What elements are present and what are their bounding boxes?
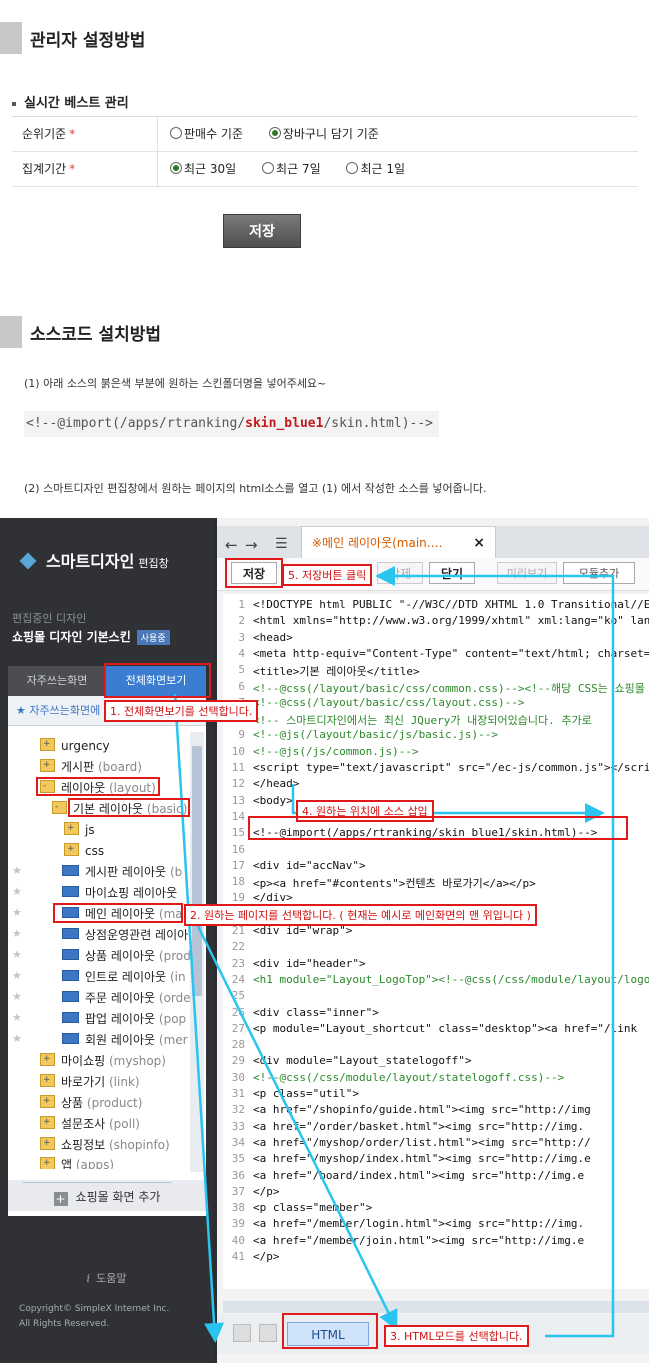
highlight-html-mode (282, 1313, 378, 1349)
rank-criteria-options: 판매수 기준 장바구니 담기 기준 (157, 117, 401, 151)
period-label: 집계기간 * (22, 162, 76, 176)
section-marker (0, 316, 22, 348)
radio-cart-count[interactable]: 장바구니 담기 기준 (268, 117, 379, 151)
annotation-arrows (173, 566, 615, 1343)
highlight-insert-line (248, 816, 628, 840)
radio-icon (170, 127, 182, 139)
highlight-main-layout (53, 903, 183, 923)
install-section-title: 소스코드 설치방법 (30, 325, 162, 345)
radio-checked-icon (268, 127, 281, 139)
save-button[interactable]: 저장 (223, 214, 301, 248)
admin-section-title: 관리자 설정방법 (30, 31, 146, 51)
radio-icon (262, 162, 275, 174)
annotation-step2: 2. 원하는 페이지를 선택합니다. ( 현재는 예시로 메인화면의 맨 위입니… (184, 904, 537, 926)
arrow-3 (375, 566, 615, 1338)
radio-icon (346, 162, 359, 174)
install-section-header: 소스코드 설치방법 (0, 312, 649, 352)
arrow-1 (173, 693, 225, 1343)
highlight-all-screens-tab (104, 663, 211, 698)
bullet-icon (12, 101, 16, 106)
highlight-basic-layout (68, 798, 190, 817)
import-code: <!--@import(/apps/rtranking/skin_blue1/s… (24, 411, 440, 437)
rank-criteria-row: 순위기준 * 판매수 기준 장바구니 담기 기준 (12, 117, 638, 152)
period-options: 최근 30일 최근 7일 최근 1일 (157, 152, 427, 186)
realtime-best-subtitle: 실시간 베스트 관리 (12, 92, 129, 111)
admin-section-header: 관리자 설정방법 (0, 18, 649, 58)
radio-7-days[interactable]: 최근 7일 (262, 152, 321, 186)
radio-checked-icon (170, 162, 182, 174)
annotation-step3: 3. HTML모드를 선택합니다. (384, 1325, 529, 1347)
period-row: 집계기간 * 최근 30일 최근 7일 최근 1일 (12, 152, 638, 187)
rank-criteria-label: 순위기준 * (22, 127, 76, 141)
radio-1-day[interactable]: 최근 1일 (346, 152, 405, 186)
highlight-save-button (225, 558, 283, 588)
annotation-step5: 5. 저장버튼 클릭 (282, 564, 373, 586)
annotation-step1: 1. 전체화면보기를 선택합니다. (104, 700, 259, 722)
step1-text: (1) 아래 소스의 붉은색 부분에 원하는 스킨폴더명을 넣어주세요~ (24, 377, 327, 390)
arrow-2 (188, 909, 398, 1331)
settings-form: 순위기준 * 판매수 기준 장바구니 담기 기준 집계기간 * 최근 30일 최근 … (12, 116, 638, 187)
section-marker (0, 22, 22, 54)
highlight-layout-folder (36, 777, 160, 796)
radio-sales-count[interactable]: 판매수 기준 (170, 117, 243, 151)
step2-text: (2) 스마트디자인 편집창에서 원하는 페이지의 html소스를 열고 (1)… (24, 482, 487, 495)
radio-30-days[interactable]: 최근 30일 (170, 152, 236, 186)
